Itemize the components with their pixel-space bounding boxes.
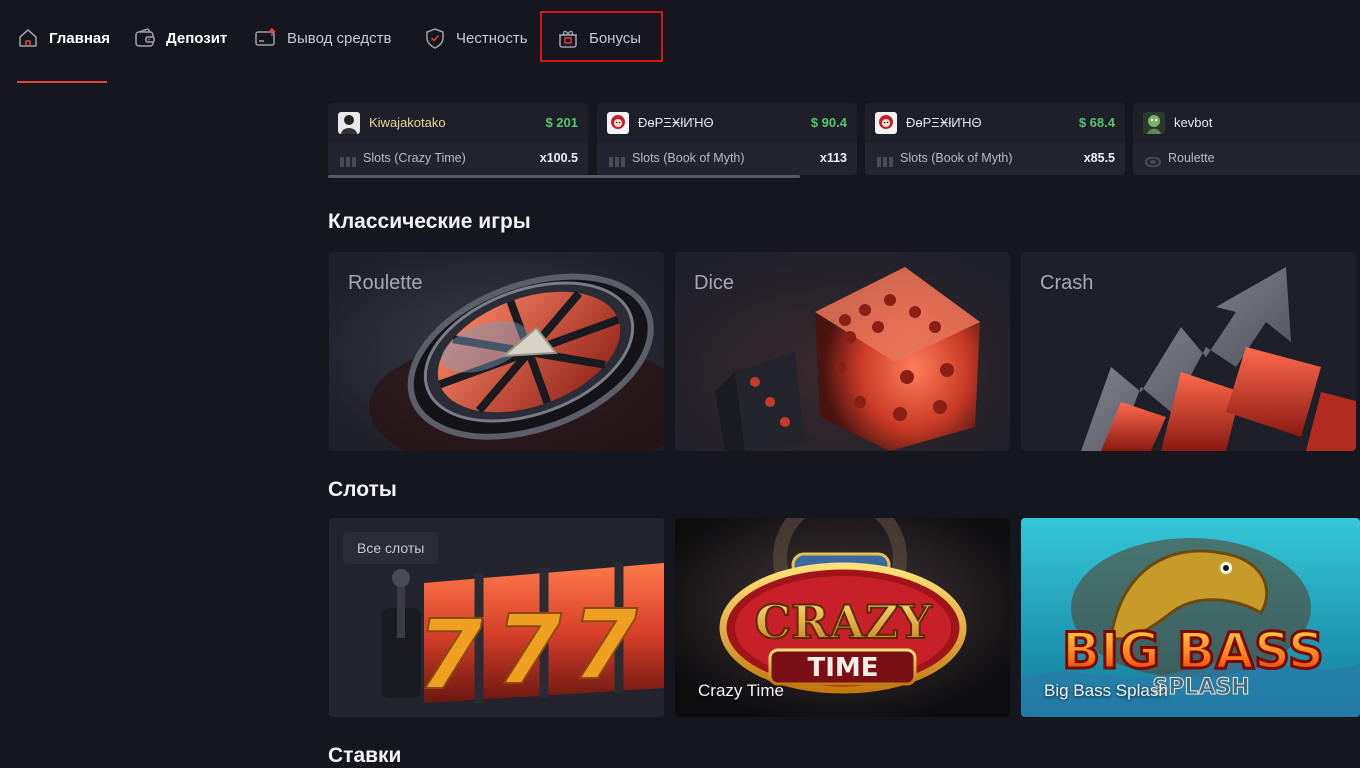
- winner-username: Kiwajakotako: [369, 115, 446, 130]
- win-card[interactable]: ĐɵРΞӾłИΉΘ $ 68.4 Slots (Book of Myth) x8…: [865, 103, 1125, 175]
- nav-item-label: Честность: [456, 29, 528, 47]
- slots-icon: [877, 154, 893, 167]
- section-title-slots: Слоты: [328, 478, 397, 501]
- win-multiplier: x85.5: [1083, 151, 1115, 165]
- slots-icon: [609, 154, 625, 167]
- avatar: [1143, 112, 1165, 134]
- top-navigation: Главная Депозит Вывод средств Честность …: [0, 0, 1360, 84]
- big-bass-logo-text: BIG BASS: [1062, 622, 1324, 680]
- game-tile-crash[interactable]: Crash: [1021, 252, 1356, 451]
- nav-item-deposit[interactable]: Депозит: [134, 22, 227, 54]
- win-amount: $ 68.4: [1078, 115, 1115, 130]
- winner-username: kevbot: [1174, 115, 1213, 130]
- nav-item-label: Главная: [49, 29, 111, 47]
- win-card[interactable]: Kiwajakotako $ 201 Slots (Crazy Time) x1…: [328, 103, 588, 175]
- slots-tile-big-bass-splash[interactable]: BIG BASS SPLASH Big Bass Splash: [1021, 518, 1360, 717]
- roulette-icon: [1145, 154, 1161, 168]
- nav-item-label: Депозит: [166, 29, 228, 47]
- tile-label: Dice: [694, 272, 735, 294]
- win-amount: $ 201: [545, 115, 578, 130]
- game-tile-roulette[interactable]: Roulette: [329, 252, 664, 451]
- section-title-classic: Классические игры: [328, 210, 531, 233]
- tile-caption: Big Bass Splash: [1044, 681, 1168, 700]
- recent-wins-ticker: Kiwajakotako $ 201 Slots (Crazy Time) x1…: [328, 103, 1360, 175]
- tile-label: Roulette: [348, 272, 423, 294]
- game-name: Slots (Crazy Time): [363, 151, 466, 165]
- section-title-bets: Ставки: [328, 744, 402, 767]
- win-amount: $ 90.4: [810, 115, 847, 130]
- game-name: Roulette: [1168, 151, 1215, 165]
- highlight-box: [540, 11, 663, 62]
- ticker-scrollbar[interactable]: [328, 175, 800, 178]
- crazy-time-logo-text: CRAZY: [755, 595, 933, 649]
- slots-icon: [340, 154, 356, 167]
- game-name: Slots (Book of Myth): [632, 151, 745, 165]
- slots-tile-all[interactable]: 7 7 7 Все слоты: [329, 518, 664, 717]
- nav-item-withdraw[interactable]: Вывод средств: [255, 22, 391, 54]
- home-icon: [17, 27, 39, 49]
- game-name: Slots (Book of Myth): [900, 151, 1013, 165]
- avatar: [875, 112, 897, 134]
- win-card[interactable]: ĐɵРΞӾłИΉΘ $ 90.4 Slots (Book of Myth) x1…: [597, 103, 857, 175]
- wallet-icon: [134, 27, 156, 49]
- active-tab-indicator: [17, 81, 107, 83]
- avatar: [338, 112, 360, 134]
- win-multiplier: x113: [819, 151, 847, 165]
- winner-username: ĐɵРΞӾłИΉΘ: [638, 115, 714, 130]
- game-tile-dice[interactable]: Dice: [675, 252, 1010, 451]
- tile-label: Crash: [1040, 272, 1094, 294]
- tile-caption: Crazy Time: [698, 681, 784, 700]
- shield-check-icon: [424, 27, 446, 49]
- win-card[interactable]: kevbot $ Roulette: [1133, 103, 1360, 175]
- win-multiplier: x100.5: [539, 151, 578, 165]
- avatar: [607, 112, 629, 134]
- slots-tile-crazy-time[interactable]: CRAZY TIME Crazy Time: [675, 518, 1010, 717]
- nav-item-label: Вывод средств: [287, 29, 392, 47]
- nav-item-home[interactable]: Главная: [17, 22, 110, 54]
- withdraw-card-icon: [255, 27, 277, 49]
- nav-item-fairness[interactable]: Честность: [424, 22, 528, 54]
- winner-username: ĐɵРΞӾłИΉΘ: [906, 115, 982, 130]
- crazy-time-logo-subtext: TIME: [807, 653, 878, 683]
- all-slots-chip[interactable]: Все слоты: [343, 532, 439, 564]
